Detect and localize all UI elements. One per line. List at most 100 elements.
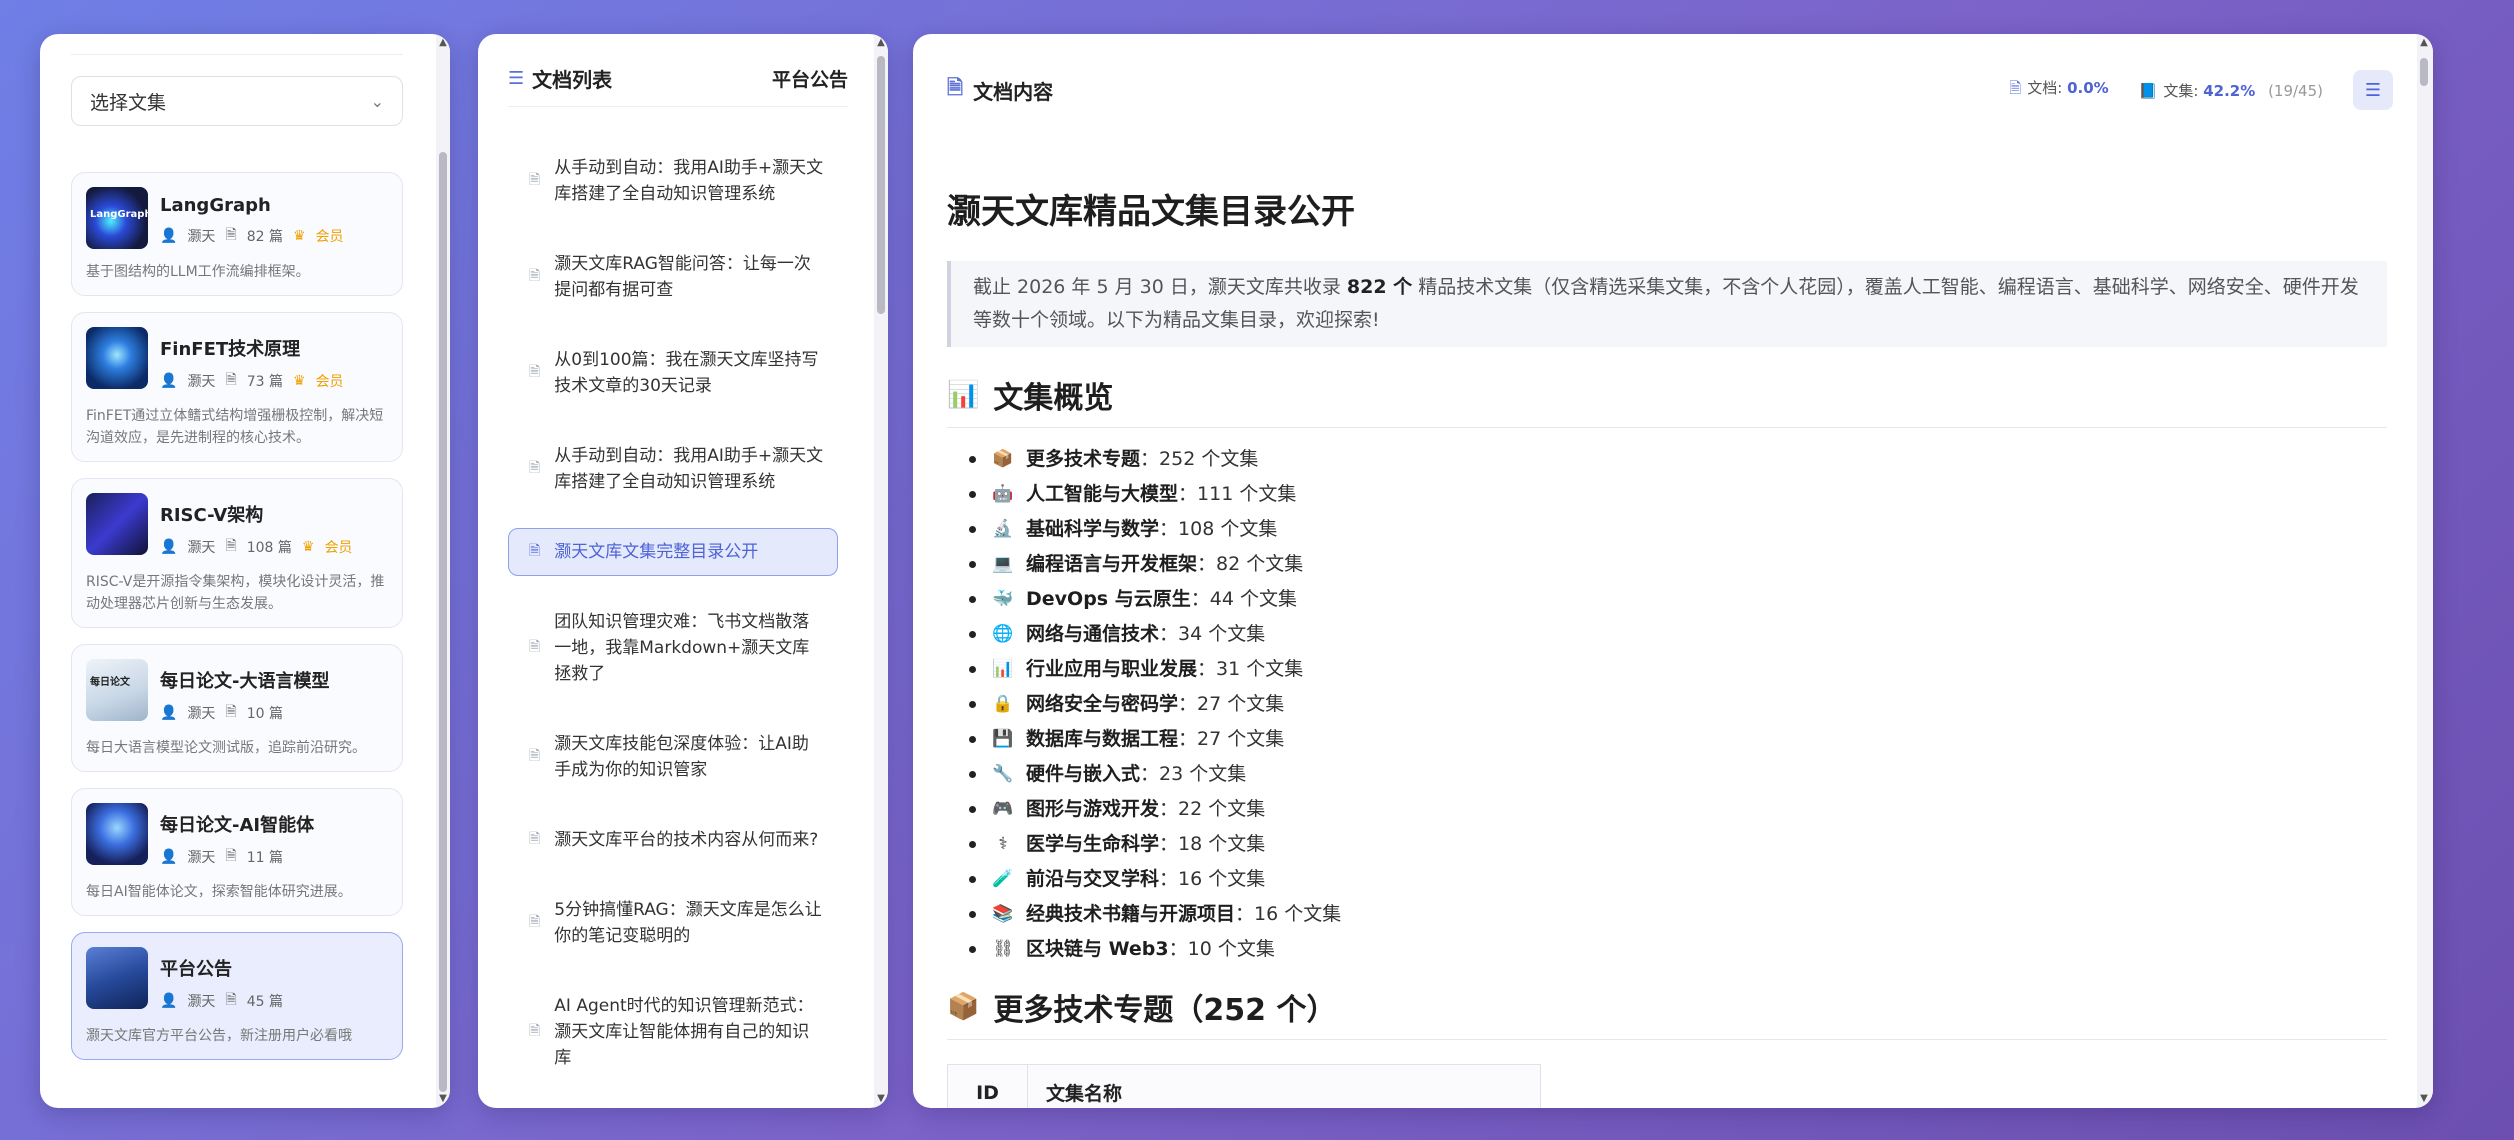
collection-card[interactable]: 每日论文 每日论文-大语言模型 👤 灏天 🗎 10 篇 每日大语言模型论文测试版，追…: [71, 644, 403, 772]
file-icon: 🗎: [225, 372, 237, 388]
collection-desc: 每日大语言模型论文测试版，追踪前沿研究。: [86, 740, 366, 756]
collection-card[interactable]: 每日论文-AI智能体 👤 灏天 🗎 11 篇 每日AI智能体论文，探索智能体研究进展…: [71, 788, 403, 916]
article-body: 灏天文库精品文集目录公开 截止 2026 年 5 月 30 日，灏天文库共收录 …: [947, 184, 2387, 1108]
content-scroll-thumb[interactable]: [2420, 58, 2428, 86]
doc-item[interactable]: 🗎 从0到100篇：我在灏天文库坚持写技术文章的30天记录: [508, 336, 838, 410]
collection-table: ID 文集名称: [947, 1064, 1541, 1108]
collection-desc: 基于图结构的LLM工作流编排框架。: [86, 264, 310, 280]
list-item: 📊 行业应用与职业发展 ：31 个文集: [969, 652, 2387, 687]
doc-item[interactable]: 🗎 团队知识管理灾难：飞书文档散落一地，我靠Markdown+灏天文库拯救了: [508, 598, 838, 698]
file-icon: 🗎: [529, 543, 541, 559]
collection-card[interactable]: RISC-V架构 👤 灏天 🗎 108 篇 ♛ 会员 RISC-V是开源指令集架构，模…: [71, 478, 403, 628]
doc-list: 🗎 从手动到自动：我用AI助手+灏天文库搭建了全自动知识管理系统 🗎 灏天文库RAG…: [508, 144, 838, 1104]
list-item: ⚕ 医学与生命科学 ：18 个文集: [969, 827, 2387, 862]
doc-item[interactable]: 🗎 从手动到自动：我用AI助手+灏天文库搭建了全自动知识管理系统: [508, 144, 838, 218]
toc-toggle-button[interactable]: ☰: [2353, 70, 2393, 110]
collection-count: 11 篇: [246, 850, 283, 866]
doc-item[interactable]: 🗎 灏天文库平台的技术内容从何而来?: [508, 816, 838, 864]
collection-card[interactable]: LangGraph LangGraph 👤 灏天 🗎 82 篇 ♛ 会员 基于图结构的…: [71, 172, 403, 296]
collection-select-label: 选择文集: [90, 91, 167, 114]
document-list-panel: ☰ 文档列表 平台公告 🗎 从手动到自动：我用AI助手+灏天文库搭建了全自动知识管…: [478, 34, 888, 1108]
collection-author: 灏天: [187, 706, 216, 722]
list-item: 🌐 网络与通信技术 ：34 个文集: [969, 617, 2387, 652]
list-item: 🐳 DevOps 与云原生 ：44 个文集: [969, 582, 2387, 617]
list-item: 🔧 硬件与嵌入式 ：23 个文集: [969, 757, 2387, 792]
reading-progress: 🗎 文档: 0.0% 📘 文集: 42.2% (19/45) ☰: [2009, 70, 2393, 110]
doc-item[interactable]: 🗎 灏天文库RAG智能问答：让每一次提问都有据可查: [508, 240, 838, 314]
collection-author: 灏天: [187, 994, 216, 1010]
collection-author: 灏天: [187, 229, 216, 245]
scroll-down-icon[interactable]: ▼: [436, 1092, 450, 1106]
list-item: 🎮 图形与游戏开发 ：22 个文集: [969, 792, 2387, 827]
file-icon: 🗎: [2009, 79, 2022, 97]
chart-icon: 📊: [947, 380, 980, 410]
collection-thumbnail: [86, 327, 148, 389]
left-divider: [71, 54, 403, 55]
file-icon: 🗎: [529, 1023, 541, 1039]
collection-author: 灏天: [187, 850, 216, 866]
book-icon: 📘: [2138, 81, 2158, 100]
list-item: 📦 更多技术专题 ：252 个文集: [969, 442, 2387, 477]
list-icon: ☰: [2364, 79, 2382, 101]
user-icon: 👤: [160, 539, 178, 555]
collection-title: RISC-V架构: [160, 505, 264, 526]
overview-list: 📦 更多技术专题 ：252 个文集 🤖 人工智能与大模型 ：111 个文集 🔬 基础科学与…: [947, 442, 2387, 967]
file-icon: 🗎: [529, 914, 541, 930]
list-item: 🔒 网络安全与密码学 ：27 个文集: [969, 687, 2387, 722]
file-icon: 🗎: [529, 460, 541, 476]
article-summary: 截止 2026 年 5 月 30 日，灏天文库共收录 822 个 精品技术文集（…: [947, 261, 2387, 347]
collection-count: 82 篇: [246, 229, 283, 245]
scroll-up-icon[interactable]: ▲: [2417, 36, 2431, 50]
file-icon: 🗎: [529, 639, 541, 655]
user-icon: 👤: [160, 849, 178, 865]
list-item: 🧪 前沿与交叉学科 ：16 个文集: [969, 862, 2387, 897]
content-scrollbar[interactable]: ▲ ▼: [2417, 34, 2433, 1108]
collection-card-active[interactable]: 平台公告 👤 灏天 🗎 45 篇 灏天文库官方平台公告，新注册用户必看哦: [71, 932, 403, 1060]
collection-desc: 灏天文库官方平台公告，新注册用户必看哦: [86, 1028, 352, 1044]
doc-item[interactable]: 🗎 5分钟搞懂RAG：灏天文库是怎么让你的笔记变聪明的: [508, 886, 838, 960]
collection-title: FinFET技术原理: [160, 339, 301, 360]
crown-icon: ♛: [292, 228, 306, 244]
doc-item[interactable]: 🗎 灏天文库技能包深度体验：让AI助手成为你的知识管家: [508, 720, 838, 794]
list-icon: ☰: [508, 68, 525, 89]
collection-card-list: LangGraph LangGraph 👤 灏天 🗎 82 篇 ♛ 会员 基于图结构的…: [71, 172, 403, 1076]
collection-desc: 每日AI智能体论文，探索智能体研究进展。: [86, 884, 352, 900]
collection-thumbnail: 每日论文: [86, 659, 148, 721]
mid-divider: [508, 106, 848, 107]
scroll-down-icon[interactable]: ▼: [2417, 1092, 2431, 1106]
file-icon: 🗎: [529, 172, 541, 188]
mid-scroll-thumb[interactable]: [877, 56, 885, 314]
list-item: 📚 经典技术书籍与开源项目 ：16 个文集: [969, 897, 2387, 932]
collection-count: 108 篇: [246, 540, 292, 556]
collection-title: 每日论文-大语言模型: [160, 671, 330, 692]
scroll-up-icon[interactable]: ▲: [436, 36, 450, 50]
left-scroll-thumb[interactable]: [439, 152, 447, 1092]
mid-scrollbar[interactable]: ▲ ▼: [874, 34, 888, 1108]
collection-count: 45 篇: [246, 994, 283, 1010]
file-icon: 🗎: [225, 848, 237, 864]
list-item: 💻 编程语言与开发框架 ：82 个文集: [969, 547, 2387, 582]
section-heading: 📦 更多技术专题（252 个）: [947, 985, 2387, 1040]
collection-select[interactable]: 选择文集 ⌄: [71, 76, 403, 126]
collection-thumbnail: [86, 803, 148, 865]
left-scrollbar[interactable]: ▲ ▼: [436, 34, 450, 1108]
user-icon: 👤: [160, 993, 178, 1009]
file-icon: 🗎: [529, 268, 541, 284]
doc-item[interactable]: 🗎 从手动到自动：我用AI助手+灏天文库搭建了全自动知识管理系统: [508, 432, 838, 506]
collection-desc: RISC-V是开源指令集架构，模块化设计灵活，推动处理器芯片创新与生态发展。: [86, 574, 385, 612]
section-heading: 📊 文集概览: [947, 373, 2387, 428]
scroll-up-icon[interactable]: ▲: [874, 36, 888, 50]
user-icon: 👤: [160, 705, 178, 721]
scroll-down-icon[interactable]: ▼: [874, 1092, 888, 1106]
doc-item-active[interactable]: 🗎 灏天文库文集完整目录公开: [508, 528, 838, 576]
file-icon: 🗎: [947, 75, 964, 99]
article-title: 灏天文库精品文集目录公开: [947, 192, 1355, 232]
collection-title: LangGraph: [160, 195, 271, 216]
collection-panel: 选择文集 ⌄ LangGraph LangGraph 👤 灏天 🗎 82 篇 ♛ 会员…: [40, 34, 450, 1108]
collection-card[interactable]: FinFET技术原理 👤 灏天 🗎 73 篇 ♛ 会员 FinFET通过立体鳍式结构增…: [71, 312, 403, 462]
crown-icon: ♛: [292, 373, 306, 389]
collection-title: 平台公告: [160, 959, 232, 980]
document-content-panel: 🗎 文档内容 🗎 文档: 0.0% 📘 文集: 42.2% (19/45) ☰ 灏天…: [913, 34, 2433, 1108]
collection-count: 10 篇: [246, 706, 283, 722]
doc-item[interactable]: 🗎 AI Agent时代的知识管理新范式：灏天文库让智能体拥有自己的知识库: [508, 982, 838, 1082]
